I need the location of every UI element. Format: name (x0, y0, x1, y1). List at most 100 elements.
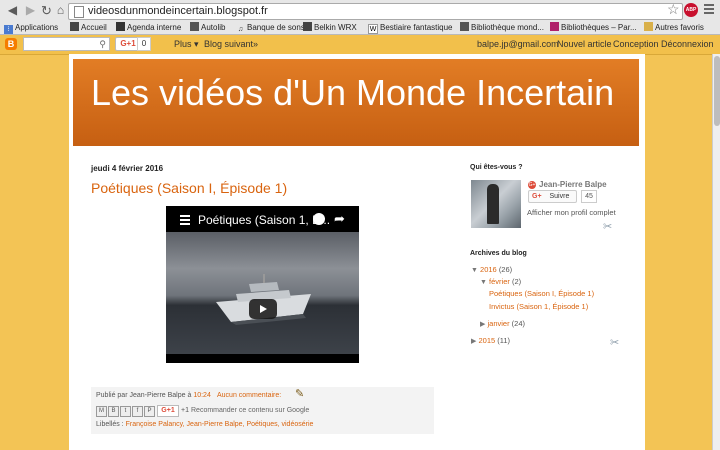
archive-month-jan[interactable]: ▶ janvier (24) (480, 319, 525, 330)
month-label[interactable]: février (489, 277, 510, 286)
follow-label: Suivre (549, 193, 570, 200)
bookmark-label: Bibliothèques – Par... (561, 23, 637, 32)
bookmark-icon (303, 22, 312, 31)
month-label[interactable]: janvier (487, 319, 509, 328)
new-post-link[interactable]: Nouvel article (557, 38, 612, 50)
home-icon[interactable]: ⌂ (54, 4, 67, 17)
bookmark-bestiaire[interactable]: W Bestiaire fantastique (368, 22, 453, 34)
plus-one-count: +1 (181, 407, 189, 414)
folder-icon (644, 22, 653, 31)
bookmark-label: Bibliothèque mond... (471, 23, 544, 32)
byline-at: à (187, 392, 192, 399)
expand-down-icon[interactable]: ▼ (480, 279, 487, 286)
email-share-icon[interactable]: M (96, 406, 107, 417)
about-heading: Qui êtes-vous ? (470, 164, 523, 171)
follow-button[interactable]: G+ Suivre (528, 190, 577, 203)
post-byline: Publié par Jean-Pierre Balpe à 10:24 (96, 391, 211, 401)
design-link[interactable]: Conception (613, 38, 659, 50)
share-icon[interactable]: ➦ (334, 211, 345, 227)
bookmark-label: Banque de sons (247, 23, 305, 32)
expand-right-icon[interactable]: ▶ (480, 321, 485, 328)
bookmark-bibliotheques-paris[interactable]: Bibliothèques – Par... (550, 22, 637, 33)
gplus-count: 0 (137, 37, 151, 51)
bookmark-icon (190, 22, 199, 31)
pinterest-share-icon[interactable]: P (144, 406, 155, 417)
avatar[interactable] (471, 180, 521, 228)
comments-link[interactable]: Aucun commentaire: (217, 391, 281, 401)
bookmark-belkin[interactable]: Belkin WRX (303, 22, 357, 33)
wikipedia-icon: W (368, 24, 378, 34)
video-player[interactable]: Poétiques (Saison 1, É... ➦ (166, 206, 359, 363)
blog-title[interactable]: Les vidéos d'Un Monde Incertain (91, 71, 614, 115)
more-menu[interactable]: Plus ▾ (174, 38, 199, 50)
post-footer: Publié par Jean-Pierre Balpe à 10:24 Auc… (91, 387, 434, 434)
widget-tools-icon[interactable]: ✂ (610, 337, 622, 349)
view-profile-link[interactable]: Afficher mon profil complet (527, 208, 616, 218)
bookmark-autres-favoris[interactable]: Autres favoris (644, 22, 704, 33)
logout-link[interactable]: Déconnexion (661, 38, 714, 50)
video-title[interactable]: Poétiques (Saison 1, É... (198, 213, 330, 227)
apps-grid-icon: ⁝ (4, 25, 13, 34)
post-title[interactable]: Poétiques (Saison I, Épisode 1) (91, 180, 287, 196)
edit-pencil-icon[interactable]: ✎ (295, 389, 304, 400)
bookmark-applications[interactable]: ⁝ Applications (4, 22, 58, 34)
expand-down-icon[interactable]: ▼ (471, 267, 478, 274)
archive-month-feb[interactable]: ▼ février (2) (480, 277, 521, 288)
back-icon[interactable]: ◀ (6, 4, 19, 17)
archive-post-link[interactable]: Poétiques (Saison I, Épisode 1) (489, 289, 594, 299)
address-bar[interactable]: videosdunmondeincertain.blogspot.fr (68, 3, 683, 20)
bookmark-label: Autolib (201, 23, 226, 32)
bookmark-accueil[interactable]: Accueil (70, 22, 107, 33)
browser-menu-icon[interactable] (704, 4, 714, 16)
user-email: balpe.jp@gmail.com (477, 39, 559, 49)
post-timestamp-link[interactable]: 10:24 (193, 392, 211, 399)
gplus-share-button[interactable]: G+1 (157, 405, 179, 417)
archive-year-2016[interactable]: ▼ 2016 (26) (471, 265, 512, 276)
archive-year-2015[interactable]: ▶ 2015 (11) (471, 336, 510, 347)
year-count: (26) (498, 265, 513, 274)
comments-link-text[interactable]: Aucun commentaire: (217, 392, 281, 399)
bookmark-label: Accueil (81, 23, 107, 32)
bookmark-agenda[interactable]: Agenda interne (116, 22, 181, 33)
facebook-share-icon[interactable]: f (132, 406, 143, 417)
bookmark-autolib[interactable]: Autolib (190, 22, 225, 33)
bookmark-icon (116, 22, 125, 31)
playlist-icon[interactable] (180, 215, 190, 227)
search-icon[interactable]: ⚲ (99, 38, 106, 50)
recommend-text: Recommander ce contenu sur Google (191, 407, 310, 414)
widget-tools-icon[interactable]: ✂ (603, 221, 615, 233)
next-blog-link[interactable]: Blog suivant» (204, 38, 258, 50)
watch-later-icon[interactable] (313, 213, 325, 225)
bookmark-icon (460, 22, 469, 31)
twitter-share-icon[interactable]: t (120, 406, 131, 417)
year-label[interactable]: 2016 (480, 265, 497, 274)
page-scrollbar[interactable] (712, 54, 720, 450)
adblock-icon[interactable]: ABP (684, 3, 698, 17)
blog-header: Les vidéos d'Un Monde Incertain (73, 59, 639, 146)
bookmark-bibliotheque-mondiale[interactable]: Bibliothèque mond... (460, 22, 544, 33)
byline-prefix: Publié par (96, 392, 128, 399)
expand-right-icon[interactable]: ▶ (471, 338, 476, 345)
archive-post-link[interactable]: Invictus (Saison 1, Épisode 1) (489, 302, 588, 312)
year-label[interactable]: 2015 (478, 336, 495, 345)
bookmark-star-icon[interactable]: ☆ (667, 2, 680, 16)
byline-author: Jean-Pierre Balpe (129, 392, 186, 399)
post-labels: Libellés : Françoise Palancy, Jean-Pierr… (96, 420, 313, 430)
month-count: (24) (511, 319, 526, 328)
scrollbar-thumb[interactable] (714, 56, 720, 126)
blog-share-icon[interactable]: B (108, 406, 119, 417)
gplus-icon: G+ (532, 193, 542, 200)
bookmark-banque-de-sons[interactable]: ♫ Banque de sons (236, 22, 305, 34)
bookmark-icon (70, 22, 79, 31)
profile-name[interactable]: Jean-Pierre Balpe (539, 180, 607, 189)
month-count: (2) (511, 277, 522, 286)
labels-links[interactable]: Françoise Palancy, Jean-Pierre Balpe, Po… (126, 421, 314, 428)
blogger-logo-icon[interactable]: B (5, 38, 17, 50)
url-text: videosdunmondeincertain.blogspot.fr (88, 5, 268, 17)
browser-toolbar: ◀ ▶ ↻ ⌂ videosdunmondeincertain.blogspot… (0, 0, 720, 35)
bookmark-label: Agenda interne (127, 23, 182, 32)
blog-search-input[interactable]: ⚲ (23, 37, 110, 51)
play-button[interactable] (249, 299, 277, 319)
reload-icon[interactable]: ↻ (40, 4, 53, 17)
forward-icon[interactable]: ▶ (24, 4, 37, 17)
